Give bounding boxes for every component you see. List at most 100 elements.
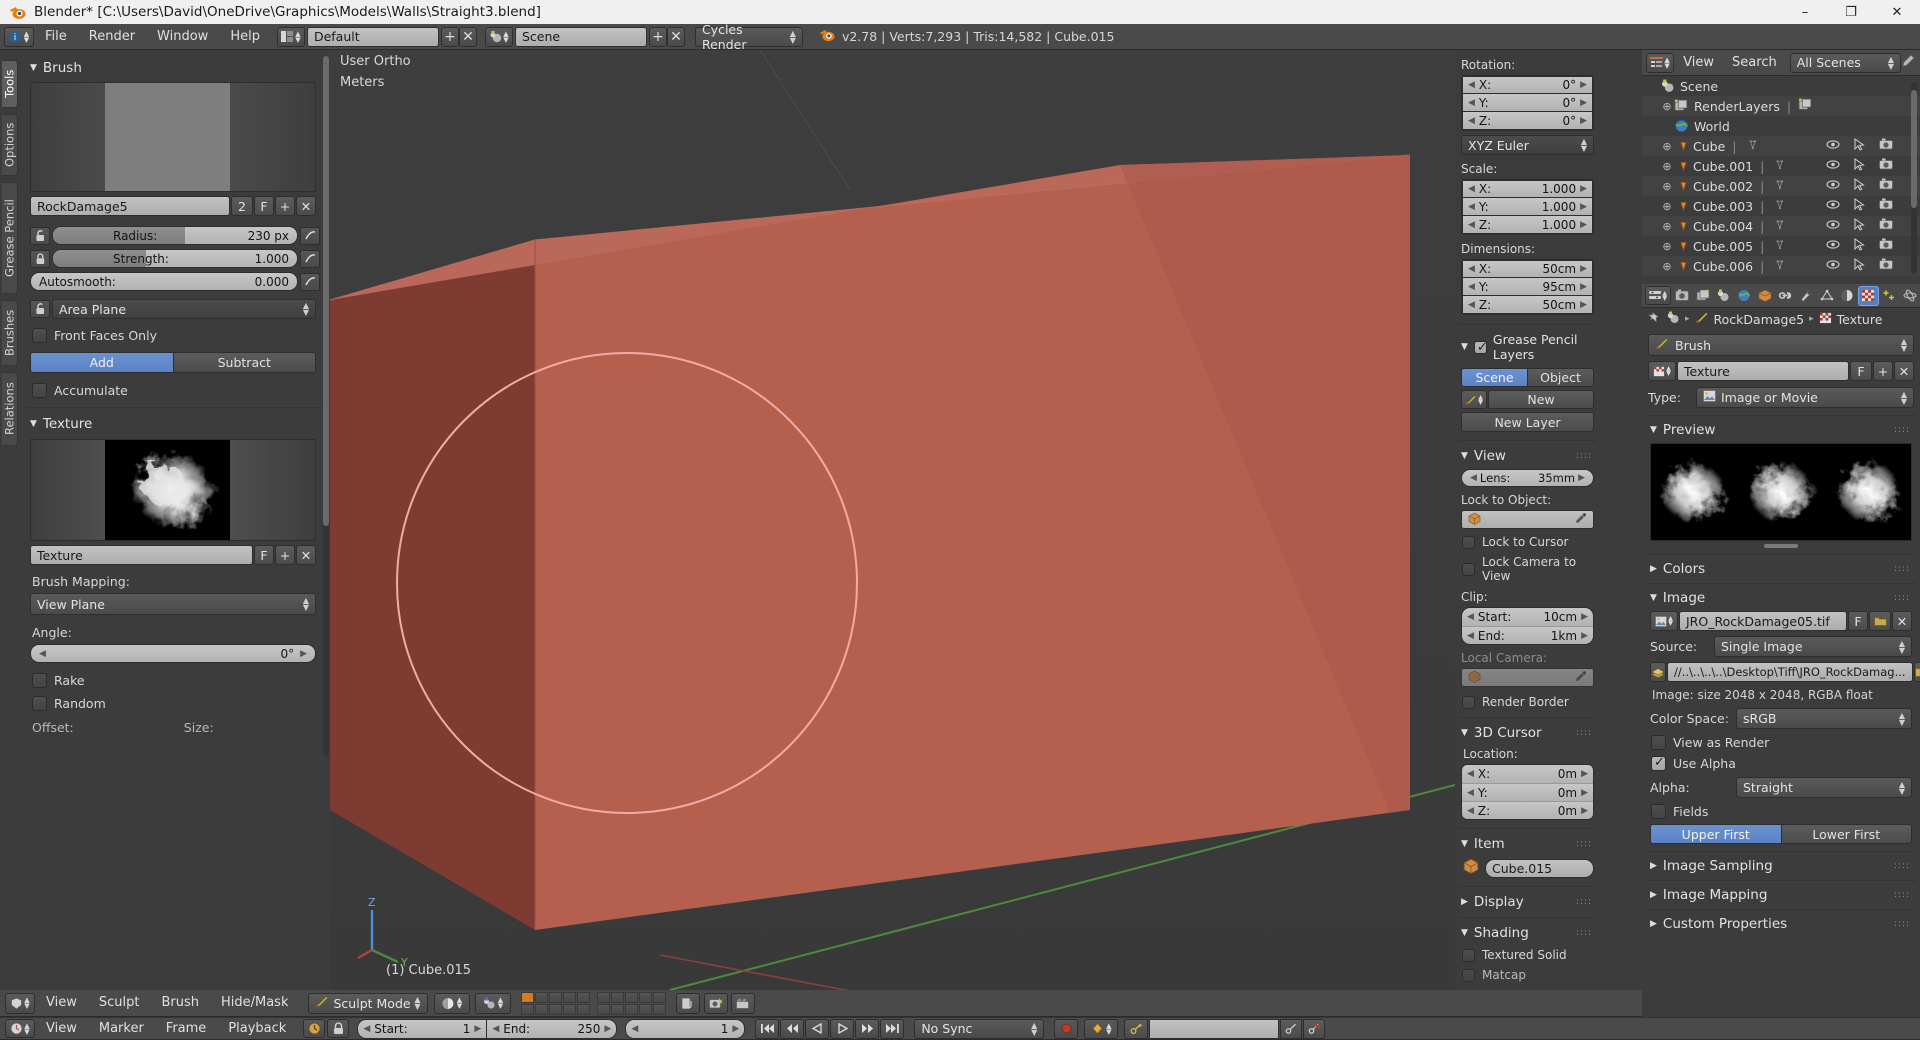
rotation-x-field[interactable]: ◀ X: 0° ▶ [1462, 76, 1593, 94]
visibility-toggle-icon[interactable] [1826, 158, 1840, 174]
scale-y-field[interactable]: ◀ Y: 1.000 ▶ [1462, 198, 1593, 216]
mesh-data-icon[interactable] [1771, 219, 1784, 234]
mesh-data-icon[interactable] [1771, 159, 1784, 174]
3d-viewport[interactable]: Z Y User Ortho Meters (1) Cube.015 [330, 50, 1455, 990]
renderability-toggle-icon[interactable] [1879, 258, 1894, 274]
textured-solid-row[interactable]: Textured Solid [1462, 948, 1600, 962]
radius-lock-icon[interactable] [30, 226, 50, 245]
arrow-right-icon[interactable]: ▶ [1578, 473, 1585, 483]
selectability-toggle-icon[interactable] [1854, 158, 1865, 174]
texture-browse-button[interactable]: ▲ ▼ [1648, 361, 1676, 381]
alpha-mode-selector[interactable]: Straight ▲ ▼ [1736, 777, 1912, 798]
shading-panel-header[interactable]: ▼ Shading :::: [1461, 925, 1600, 941]
keying-set-browse-icon[interactable] [1124, 1018, 1149, 1039]
grease-pencil-header[interactable]: ▼ Grease Pencil Layers [1461, 332, 1600, 362]
arrow-right-icon[interactable]: ▶ [1580, 282, 1587, 292]
expand-toggle-icon[interactable]: ⊕ [1660, 220, 1674, 233]
tab-object-icon[interactable] [1754, 286, 1775, 306]
arrow-left-icon[interactable]: ◀ [1468, 184, 1475, 194]
outliner-editor-type-selector[interactable]: ▲ ▼ [1646, 52, 1675, 73]
lock-to-cursor-checkbox[interactable] [1462, 535, 1475, 549]
minimize-button[interactable]: – [1782, 0, 1828, 24]
outliner-row[interactable]: ⊕ Cube.001 | [1642, 156, 1920, 176]
screen-layout-icon[interactable]: ▲ ▼ [276, 26, 305, 47]
radius-slider[interactable]: Radius: 230 px [52, 226, 298, 245]
dimension-z-field[interactable]: ◀ Z: 50cm ▶ [1462, 296, 1593, 314]
timeline-menu-marker[interactable]: Marker [88, 1017, 155, 1040]
keyframe-type-selector[interactable]: ▲ ▼ [1084, 1018, 1119, 1039]
arrow-right-icon[interactable]: ▶ [1580, 98, 1587, 108]
view-as-render-checkbox[interactable] [1651, 735, 1666, 750]
selectability-toggle-icon[interactable] [1854, 138, 1865, 154]
arrow-right-icon[interactable]: ▶ [1581, 612, 1588, 622]
tab-render-layers-icon[interactable] [1692, 286, 1713, 306]
menu-file[interactable]: File [34, 24, 78, 50]
delete-keyframe-button[interactable] [1303, 1018, 1326, 1039]
tab-physics-icon[interactable] [1899, 286, 1920, 306]
record-button[interactable] [1054, 1018, 1079, 1039]
play-button[interactable] [830, 1018, 855, 1039]
arrow-right-icon[interactable]: ▶ [1580, 184, 1587, 194]
properties-editor-type-selector[interactable]: ▲ ▼ [1645, 286, 1672, 305]
arrow-left-icon[interactable]: ◀ [631, 1024, 638, 1034]
arrow-left-icon[interactable]: ◀ [1468, 202, 1475, 212]
gp-browse-icon[interactable]: ▲ ▼ [1461, 390, 1487, 409]
tab-data-icon[interactable] [1816, 286, 1837, 306]
outliner-row[interactable]: ⊕ Cube.003 | [1642, 196, 1920, 216]
outliner-tree[interactable]: Scene ⊕ RenderLayers | World ⊕ Cube | ⊕ Cube.001 |… [1642, 76, 1920, 276]
scene-layers-group-2[interactable] [596, 991, 666, 1015]
arrow-right-icon[interactable]: ▶ [1580, 220, 1587, 230]
arrow-right-icon[interactable]: ▶ [1581, 788, 1588, 798]
color-space-selector[interactable]: sRGB ▲ ▼ [1736, 708, 1912, 729]
mesh-data-icon[interactable] [1771, 239, 1784, 254]
tab-texture-icon[interactable] [1857, 285, 1879, 306]
toolshelf-scrollbar[interactable] [323, 56, 329, 756]
scene-browse-icon[interactable]: ▲ ▼ [484, 26, 513, 47]
eyedropper-icon[interactable] [1575, 512, 1587, 527]
outliner-row[interactable]: ⊕ Cube.002 | [1642, 176, 1920, 196]
texture-context-selector[interactable]: Brush ▲ ▼ [1648, 334, 1914, 356]
outliner-menu-view[interactable]: View [1674, 50, 1723, 76]
brush-name-field[interactable]: RockDamage5 [30, 196, 230, 216]
strength-lock-icon[interactable] [30, 249, 50, 268]
outliner-display-mode-selector[interactable]: All Scenes ▲ ▼ [1789, 52, 1901, 73]
arrow-right-icon[interactable]: ▶ [1580, 300, 1587, 310]
image-source-selector[interactable]: Single Image ▲ ▼ [1714, 636, 1912, 657]
tab-modifiers-icon[interactable] [1796, 286, 1817, 306]
gp-scene-button[interactable]: Scene [1461, 368, 1528, 387]
scene-layers-group-1[interactable] [520, 991, 590, 1015]
pivot-point-selector[interactable]: ▲ ▼ [474, 992, 511, 1014]
visibility-toggle-icon[interactable] [1826, 178, 1840, 194]
timeline-editor-type-selector[interactable]: ▲ ▼ [5, 1019, 35, 1038]
image-open-button[interactable] [1869, 611, 1891, 631]
visibility-toggle-icon[interactable] [1826, 218, 1840, 234]
arrow-left-icon[interactable]: ◀ [1468, 220, 1475, 230]
tab-relations[interactable]: Relations [2, 372, 18, 446]
arrow-right-icon[interactable]: ▶ [1580, 80, 1587, 90]
brush-panel-header[interactable]: ▼ Brush [30, 60, 327, 76]
fields-row[interactable]: Fields [1651, 804, 1920, 819]
arrow-right-icon[interactable]: ▶ [474, 1024, 481, 1034]
selectability-toggle-icon[interactable] [1854, 198, 1865, 214]
expand-toggle-icon[interactable]: ⊕ [1660, 260, 1674, 273]
view-panel-header[interactable]: ▼ View :::: [1461, 448, 1600, 464]
outliner-row[interactable]: ⊕ Cube.006 | [1642, 256, 1920, 276]
upper-first-button[interactable]: Upper First [1650, 824, 1782, 844]
arrow-left-icon[interactable]: ◀ [1468, 98, 1475, 108]
brush-users-count[interactable]: 2 [231, 196, 253, 216]
arrow-right-icon[interactable]: ▶ [1581, 806, 1588, 816]
lock-camera-to-view-row[interactable]: Lock Camera to View [1462, 555, 1600, 583]
accumulate-row[interactable]: Accumulate [32, 383, 327, 398]
lock-to-object-field[interactable] [1461, 510, 1594, 529]
random-checkbox[interactable] [32, 696, 47, 711]
close-button[interactable]: ✕ [1874, 0, 1920, 24]
expand-toggle-icon[interactable]: ⊕ [1660, 160, 1674, 173]
outliner-row[interactable]: ⊕ RenderLayers | [1642, 96, 1920, 116]
use-alpha-checkbox[interactable] [1651, 755, 1666, 771]
add-direction-button[interactable]: Add [30, 352, 174, 373]
tab-grease-pencil[interactable]: Grease Pencil [2, 182, 18, 294]
lock-layers-icon[interactable] [675, 992, 700, 1014]
image-sampling-panel-header[interactable]: ▶ Image Sampling :::: [1650, 858, 1920, 874]
cursor-y-field[interactable]: ◀ Y: 0m ▶ [1462, 783, 1593, 801]
expand-toggle-icon[interactable]: ⊕ [1660, 100, 1674, 113]
